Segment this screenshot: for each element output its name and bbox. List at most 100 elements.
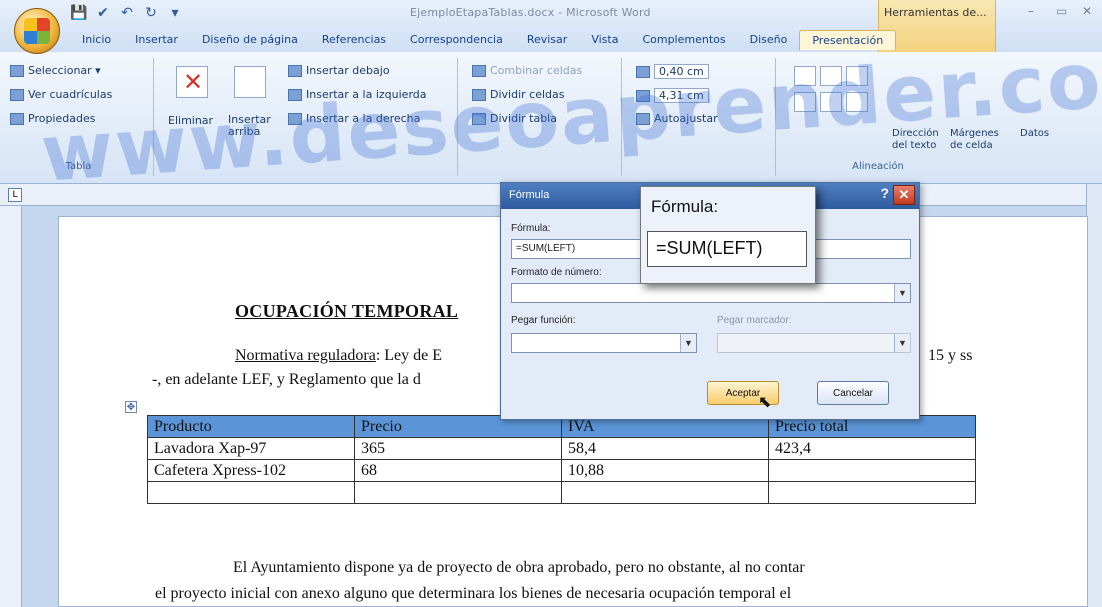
align-middle-center-icon[interactable] — [820, 92, 842, 112]
product-table[interactable]: Producto Precio IVA Precio total Lavador… — [147, 415, 976, 504]
spelling-icon[interactable]: ✔ — [94, 4, 112, 22]
normativa-text: : Ley de E — [375, 347, 443, 364]
delete-icon: ✕ — [176, 66, 208, 98]
close-icon[interactable]: ✕ — [1082, 4, 1092, 18]
tab-revisar[interactable]: Revisar — [515, 30, 579, 50]
table-cell[interactable]: Cafetera Xpress-102 — [147, 459, 355, 482]
delete-button[interactable]: Eliminar — [168, 114, 213, 127]
ribbon-tabs: Inicio Insertar Diseño de página Referen… — [70, 30, 897, 50]
table-cell[interactable]: 68 — [354, 459, 562, 482]
insert-left-icon — [288, 88, 302, 101]
align-middle-left-icon[interactable] — [794, 92, 816, 112]
split-table-label: Dividir tabla — [490, 112, 557, 125]
tab-presentacion[interactable]: Presentación — [799, 30, 897, 50]
table-cell[interactable]: 58,4 — [561, 437, 769, 460]
normativa-label: Normativa reguladora — [235, 347, 376, 364]
help-icon[interactable]: ? — [880, 185, 889, 201]
table-cell[interactable] — [354, 481, 562, 504]
split-table-button[interactable]: Dividir tabla — [472, 112, 557, 125]
paragraph-1-line2: -, en adelante LEF, y Reglamento que la … — [152, 371, 421, 388]
tab-diseno-pagina[interactable]: Diseño de página — [190, 30, 310, 50]
number-format-label: Formato de número: — [511, 267, 602, 278]
vertical-scrollbar[interactable] — [1086, 184, 1102, 607]
paste-bookmark-select: ▼ — [717, 333, 911, 353]
table-cell[interactable] — [147, 481, 355, 504]
table-cell[interactable] — [768, 459, 976, 482]
col-width-field[interactable]: 4,31 cm — [636, 88, 709, 103]
text-direction-button[interactable]: Dirección del texto — [892, 128, 942, 152]
align-top-right-icon[interactable] — [846, 66, 868, 86]
gridlines-button[interactable]: Ver cuadrículas — [10, 88, 112, 101]
vertical-ruler[interactable] — [0, 206, 22, 607]
tab-selector-icon[interactable]: L — [8, 188, 22, 202]
save-icon[interactable]: 💾 — [70, 4, 88, 22]
properties-icon — [10, 112, 24, 125]
group-tamano: 0,40 cm 4,31 cm Autoajustar — [626, 58, 776, 176]
chevron-down-icon: ▼ — [894, 284, 910, 302]
insert-right-icon — [288, 112, 302, 125]
properties-button[interactable]: Propiedades — [10, 112, 95, 125]
select-label: Seleccionar ▾ — [28, 64, 101, 77]
paste-bookmark-label: Pegar marcador: — [717, 315, 792, 326]
office-button[interactable] — [14, 8, 60, 54]
insert-right-label: Insertar a la derecha — [306, 112, 421, 125]
undo-icon[interactable]: ↶ — [118, 4, 136, 22]
tab-insertar[interactable]: Insertar — [123, 30, 190, 50]
table-header-cell[interactable]: Producto — [147, 415, 355, 438]
col-width-value: 4,31 cm — [654, 88, 709, 103]
paragraph-1: Normativa reguladora: Ley de E — [235, 347, 442, 365]
insert-below-label: Insertar debajo — [306, 64, 390, 77]
paragraph-2-line2: el proyecto inicial con anexo alguno que… — [155, 585, 792, 602]
chevron-down-icon: ▼ — [894, 334, 910, 352]
table-move-handle-icon[interactable]: ✥ — [125, 401, 137, 413]
row-height-icon — [636, 65, 650, 78]
group-label-tabla: Tabla — [65, 161, 92, 172]
data-button[interactable]: Datos — [1020, 128, 1049, 139]
customize-qat-icon[interactable]: ▾ — [166, 4, 184, 22]
paragraph-1-tail: 15 y ss — [928, 347, 973, 364]
tab-vista[interactable]: Vista — [579, 30, 630, 50]
paste-function-select[interactable]: ▼ — [511, 333, 697, 353]
select-button[interactable]: Seleccionar ▾ — [10, 64, 101, 77]
align-top-left-icon[interactable] — [794, 66, 816, 86]
cancel-button[interactable]: Cancelar — [817, 381, 889, 405]
split-cells-button[interactable]: Dividir celdas — [472, 88, 564, 101]
row-height-value: 0,40 cm — [654, 64, 709, 79]
gridlines-label: Ver cuadrículas — [28, 88, 113, 101]
quick-access-toolbar: 💾 ✔ ↶ ↻ ▾ — [70, 4, 184, 22]
maximize-icon[interactable]: ▭ — [1056, 4, 1067, 18]
select-icon — [10, 64, 24, 77]
dialog-close-icon[interactable]: ✕ — [893, 185, 915, 205]
col-width-icon — [636, 89, 650, 102]
minimize-icon[interactable]: – — [1028, 4, 1034, 18]
number-format-select[interactable]: ▼ — [511, 283, 911, 303]
align-top-center-icon[interactable] — [820, 66, 842, 86]
cell-margins-button[interactable]: Márgenes de celda — [950, 128, 1000, 152]
tab-inicio[interactable]: Inicio — [70, 30, 123, 50]
autofit-button[interactable]: Autoajustar — [636, 112, 718, 125]
tab-diseno[interactable]: Diseño — [738, 30, 800, 50]
insert-left-button[interactable]: Insertar a la izquierda — [288, 88, 427, 101]
row-height-field[interactable]: 0,40 cm — [636, 64, 709, 79]
table-cell[interactable] — [561, 481, 769, 504]
table-row: Cafetera Xpress-102 68 10,88 — [147, 459, 976, 482]
gridlines-icon — [10, 88, 24, 101]
title-bar: 💾 ✔ ↶ ↻ ▾ EjemploEtapaTablas.docx - Micr… — [0, 0, 1102, 54]
tab-complementos[interactable]: Complementos — [630, 30, 737, 50]
table-cell[interactable] — [768, 481, 976, 504]
tab-referencias[interactable]: Referencias — [310, 30, 398, 50]
insert-below-button[interactable]: Insertar debajo — [288, 64, 390, 77]
merge-cells-icon — [472, 64, 486, 77]
align-middle-right-icon[interactable] — [846, 92, 868, 112]
merge-cells-button[interactable]: Combinar celdas — [472, 64, 582, 77]
table-cell[interactable]: 365 — [354, 437, 562, 460]
table-cell[interactable]: Lavadora Xap-97 — [147, 437, 355, 460]
table-cell[interactable]: 10,88 — [561, 459, 769, 482]
zoom-formula-label: Fórmula: — [651, 197, 719, 216]
insert-above-button[interactable]: Insertar arriba — [228, 114, 272, 138]
tab-correspondencia[interactable]: Correspondencia — [398, 30, 515, 50]
insert-right-button[interactable]: Insertar a la derecha — [288, 112, 420, 125]
redo-icon[interactable]: ↻ — [142, 4, 160, 22]
table-cell[interactable]: 423,4 — [768, 437, 976, 460]
merge-cells-label: Combinar celdas — [490, 64, 583, 77]
